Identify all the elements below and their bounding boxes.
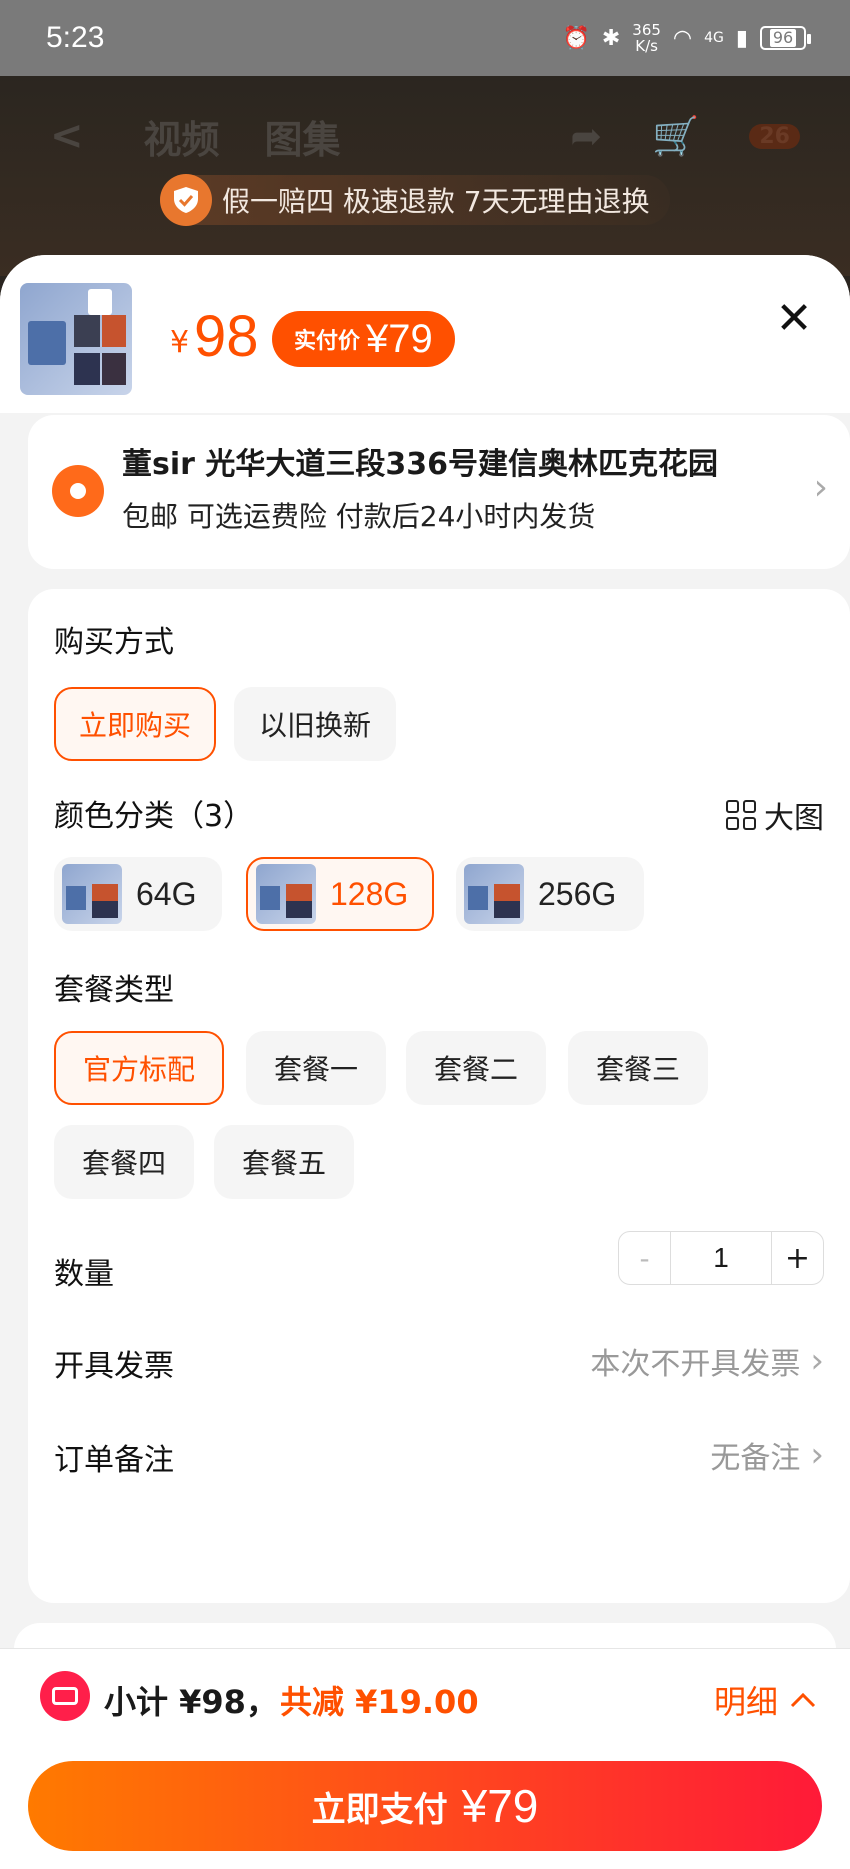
address-recipient: 董sir 光华大道三段336号建信奥林匹克花园 bbox=[122, 447, 719, 482]
signal-icon: ▮ bbox=[735, 25, 748, 51]
purchase-option-buy-now[interactable]: 立即购买 bbox=[54, 687, 216, 761]
option-thumbnail bbox=[62, 864, 122, 924]
sheet-header: ¥ 98 实付价 ¥79 ✕ bbox=[0, 255, 850, 413]
quantity-decrease-button[interactable]: - bbox=[619, 1232, 671, 1284]
detail-toggle[interactable]: 明细 bbox=[714, 1677, 816, 1723]
grid-view-icon bbox=[726, 800, 756, 830]
package-option-5[interactable]: 套餐五 bbox=[214, 1125, 354, 1199]
net-speed-value: 365 bbox=[632, 21, 661, 39]
network-type: 4G bbox=[704, 30, 724, 46]
package-option-1[interactable]: 套餐一 bbox=[246, 1031, 386, 1105]
package-option-3[interactable]: 套餐三 bbox=[568, 1031, 708, 1105]
quantity-stepper: - 1 + bbox=[618, 1231, 824, 1285]
invoice-title: 开具发票 bbox=[54, 1349, 174, 1384]
purchase-method-title: 购买方式 bbox=[54, 625, 174, 660]
guarantee-banner: 假一赔四 极速退款 7天无理由退换 bbox=[160, 174, 670, 226]
option-thumbnail bbox=[464, 864, 524, 924]
battery-icon: 96 bbox=[760, 26, 811, 50]
price: 98 bbox=[194, 304, 259, 369]
note-row[interactable]: 无备注 › bbox=[710, 1433, 824, 1477]
net-speed-unit: K/s bbox=[635, 37, 658, 55]
color-option-label: 256G bbox=[538, 875, 617, 912]
note-title: 订单备注 bbox=[54, 1443, 174, 1478]
sku-sheet: ¥ 98 实付价 ¥79 ✕ 董sir 光华大道三段336号建信奥林匹克花园 包… bbox=[0, 255, 850, 1869]
options-card: 购买方式 立即购买 以旧换新 颜色分类（3） 大图 64G 128G 256G … bbox=[28, 589, 850, 1603]
paid-price-badge: 实付价 ¥79 bbox=[272, 311, 455, 367]
product-thumbnail[interactable] bbox=[20, 283, 132, 395]
background-nav: < 视频 图集 ➦ 🛒 26 bbox=[0, 96, 850, 176]
back-icon: < bbox=[50, 113, 84, 159]
location-pin-icon bbox=[52, 465, 104, 517]
bluetooth-icon: ✱ bbox=[601, 25, 621, 51]
status-bar: 5:23 ⏰ ✱ 365 K/s ◠ 4G ▮ 96 bbox=[0, 0, 850, 76]
note-value: 无备注 bbox=[710, 1441, 801, 1476]
status-icons: ⏰ ✱ 365 K/s ◠ 4G ▮ 96 bbox=[562, 22, 811, 54]
cart-icon: 🛒 bbox=[652, 113, 700, 158]
battery-level: 96 bbox=[769, 29, 797, 47]
color-option-label: 64G bbox=[136, 875, 197, 912]
wifi-icon: ◠ bbox=[672, 25, 693, 51]
alarm-icon: ⏰ bbox=[562, 25, 590, 51]
package-option-4[interactable]: 套餐四 bbox=[54, 1125, 194, 1199]
color-option-128g[interactable]: 128G bbox=[246, 857, 434, 931]
tab-video: 视频 bbox=[143, 117, 220, 162]
subtotal-text: 小计 ¥98， bbox=[104, 1683, 278, 1721]
big-image-toggle[interactable]: 大图 bbox=[726, 793, 824, 837]
detail-label: 明细 bbox=[713, 1683, 778, 1721]
coupon-icon bbox=[40, 1671, 90, 1721]
purchase-option-trade-in[interactable]: 以旧换新 bbox=[234, 687, 396, 761]
shield-check-icon bbox=[160, 174, 212, 226]
package-option-standard[interactable]: 官方标配 bbox=[54, 1031, 224, 1105]
pay-amount: ¥79 bbox=[461, 1780, 539, 1832]
shipping-info: 包邮 可选运费险 付款后24小时内发货 bbox=[122, 500, 596, 533]
chevron-right-icon: › bbox=[813, 467, 828, 508]
paid-price-value: ¥79 bbox=[366, 316, 433, 361]
quantity-increase-button[interactable]: + bbox=[771, 1232, 823, 1284]
discount-text: 共减 ¥19.00 bbox=[279, 1683, 479, 1721]
status-time: 5:23 bbox=[46, 21, 105, 54]
pay-label: 立即支付 bbox=[311, 1789, 448, 1830]
chevron-right-icon: › bbox=[810, 1435, 824, 1475]
color-title: 颜色分类（3） bbox=[54, 799, 254, 834]
color-option-64g[interactable]: 64G bbox=[54, 857, 222, 931]
price-currency: ¥ bbox=[170, 325, 190, 360]
cart-badge: 26 bbox=[749, 123, 800, 149]
quantity-title: 数量 bbox=[54, 1257, 114, 1292]
close-button[interactable]: ✕ bbox=[772, 297, 816, 341]
chevron-up-icon bbox=[790, 1692, 816, 1708]
quantity-value[interactable]: 1 bbox=[671, 1232, 771, 1284]
paid-price-label: 实付价 bbox=[294, 329, 361, 354]
color-option-label: 128G bbox=[330, 875, 409, 912]
color-option-256g[interactable]: 256G bbox=[456, 857, 644, 931]
option-thumbnail bbox=[256, 864, 316, 924]
subtotal: 小计 ¥98， 共减 ¥19.00 bbox=[104, 1677, 479, 1723]
net-speed: 365 K/s bbox=[632, 22, 661, 54]
tab-gallery: 图集 bbox=[264, 117, 341, 162]
pay-now-button[interactable]: 立即支付 ¥79 bbox=[28, 1761, 822, 1851]
chevron-right-icon: › bbox=[810, 1341, 824, 1381]
package-option-2[interactable]: 套餐二 bbox=[406, 1031, 546, 1105]
guarantee-text: 假一赔四 极速退款 7天无理由退换 bbox=[222, 185, 650, 218]
bottom-bar: 小计 ¥98， 共减 ¥19.00 明细 立即支付 ¥79 bbox=[0, 1648, 850, 1869]
invoice-value: 本次不开具发票 bbox=[590, 1347, 801, 1382]
share-icon: ➦ bbox=[570, 114, 603, 158]
big-image-label: 大图 bbox=[764, 801, 824, 836]
invoice-row[interactable]: 本次不开具发票 › bbox=[590, 1339, 824, 1383]
package-title: 套餐类型 bbox=[54, 973, 174, 1008]
address-card[interactable]: 董sir 光华大道三段336号建信奥林匹克花园 包邮 可选运费险 付款后24小时… bbox=[28, 415, 850, 569]
